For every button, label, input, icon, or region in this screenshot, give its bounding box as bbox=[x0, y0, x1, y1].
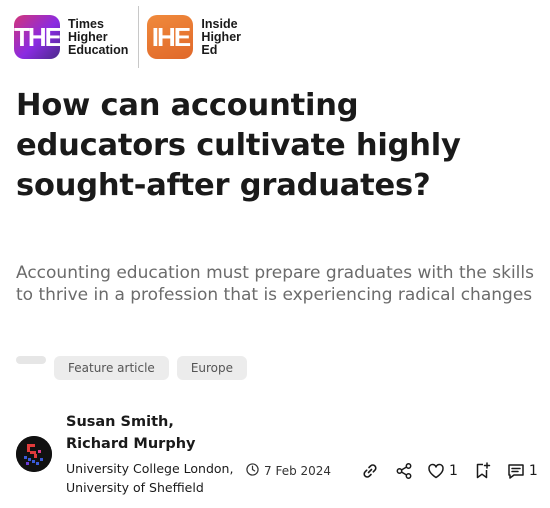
author-names: Susan Smith, Richard Murphy bbox=[66, 411, 195, 455]
the-logo-text: Times Higher Education bbox=[68, 16, 129, 57]
tag-placeholder bbox=[16, 356, 46, 364]
author-name[interactable]: Susan Smith, bbox=[66, 411, 195, 433]
bookmark-button[interactable] bbox=[472, 461, 492, 481]
date-text: 7 Feb 2024 bbox=[264, 464, 332, 478]
affiliation: University of Sheffield bbox=[66, 480, 204, 495]
article-actions: 1 1 bbox=[360, 461, 548, 481]
ihe-logo[interactable]: IHE Inside Higher Ed bbox=[147, 15, 241, 59]
article-title: How can accounting educators cultivate h… bbox=[16, 88, 461, 203]
share-button[interactable] bbox=[394, 461, 414, 481]
header-logos: THE Times Higher Education IHE Inside Hi… bbox=[14, 6, 241, 68]
link-icon bbox=[360, 461, 380, 481]
logo-divider bbox=[138, 6, 140, 68]
author-name[interactable]: Richard Murphy bbox=[66, 433, 195, 455]
affiliation: University College London, bbox=[66, 461, 234, 476]
heart-icon bbox=[426, 461, 446, 481]
article-subtitle: Accounting education must prepare gradua… bbox=[16, 263, 534, 305]
like-count: 1 bbox=[449, 463, 458, 479]
author-avatar[interactable] bbox=[16, 436, 52, 472]
author-affiliations: University College London, University of… bbox=[66, 459, 233, 497]
copy-link-button[interactable] bbox=[360, 461, 380, 481]
share-icon bbox=[394, 461, 414, 481]
tag-europe[interactable]: Europe bbox=[176, 356, 248, 380]
tag-feature-article[interactable]: Feature article bbox=[54, 356, 169, 380]
comment-count: 1 bbox=[528, 463, 538, 479]
tag-list: Feature article Europe bbox=[16, 356, 255, 380]
like-button[interactable]: 1 bbox=[426, 461, 458, 481]
comment-icon bbox=[506, 461, 526, 481]
bookmark-add-icon bbox=[472, 461, 492, 481]
the-logo-mark: THE bbox=[14, 15, 62, 59]
publish-date: 7 Feb 2024 bbox=[246, 463, 331, 479]
comments-button[interactable]: 1 bbox=[506, 461, 538, 481]
ihe-logo-text: Inside Higher Ed bbox=[201, 16, 242, 57]
clock-icon bbox=[246, 463, 264, 479]
the-logo[interactable]: THE Times Higher Education bbox=[14, 15, 128, 59]
ihe-logo-mark: IHE bbox=[147, 15, 194, 59]
